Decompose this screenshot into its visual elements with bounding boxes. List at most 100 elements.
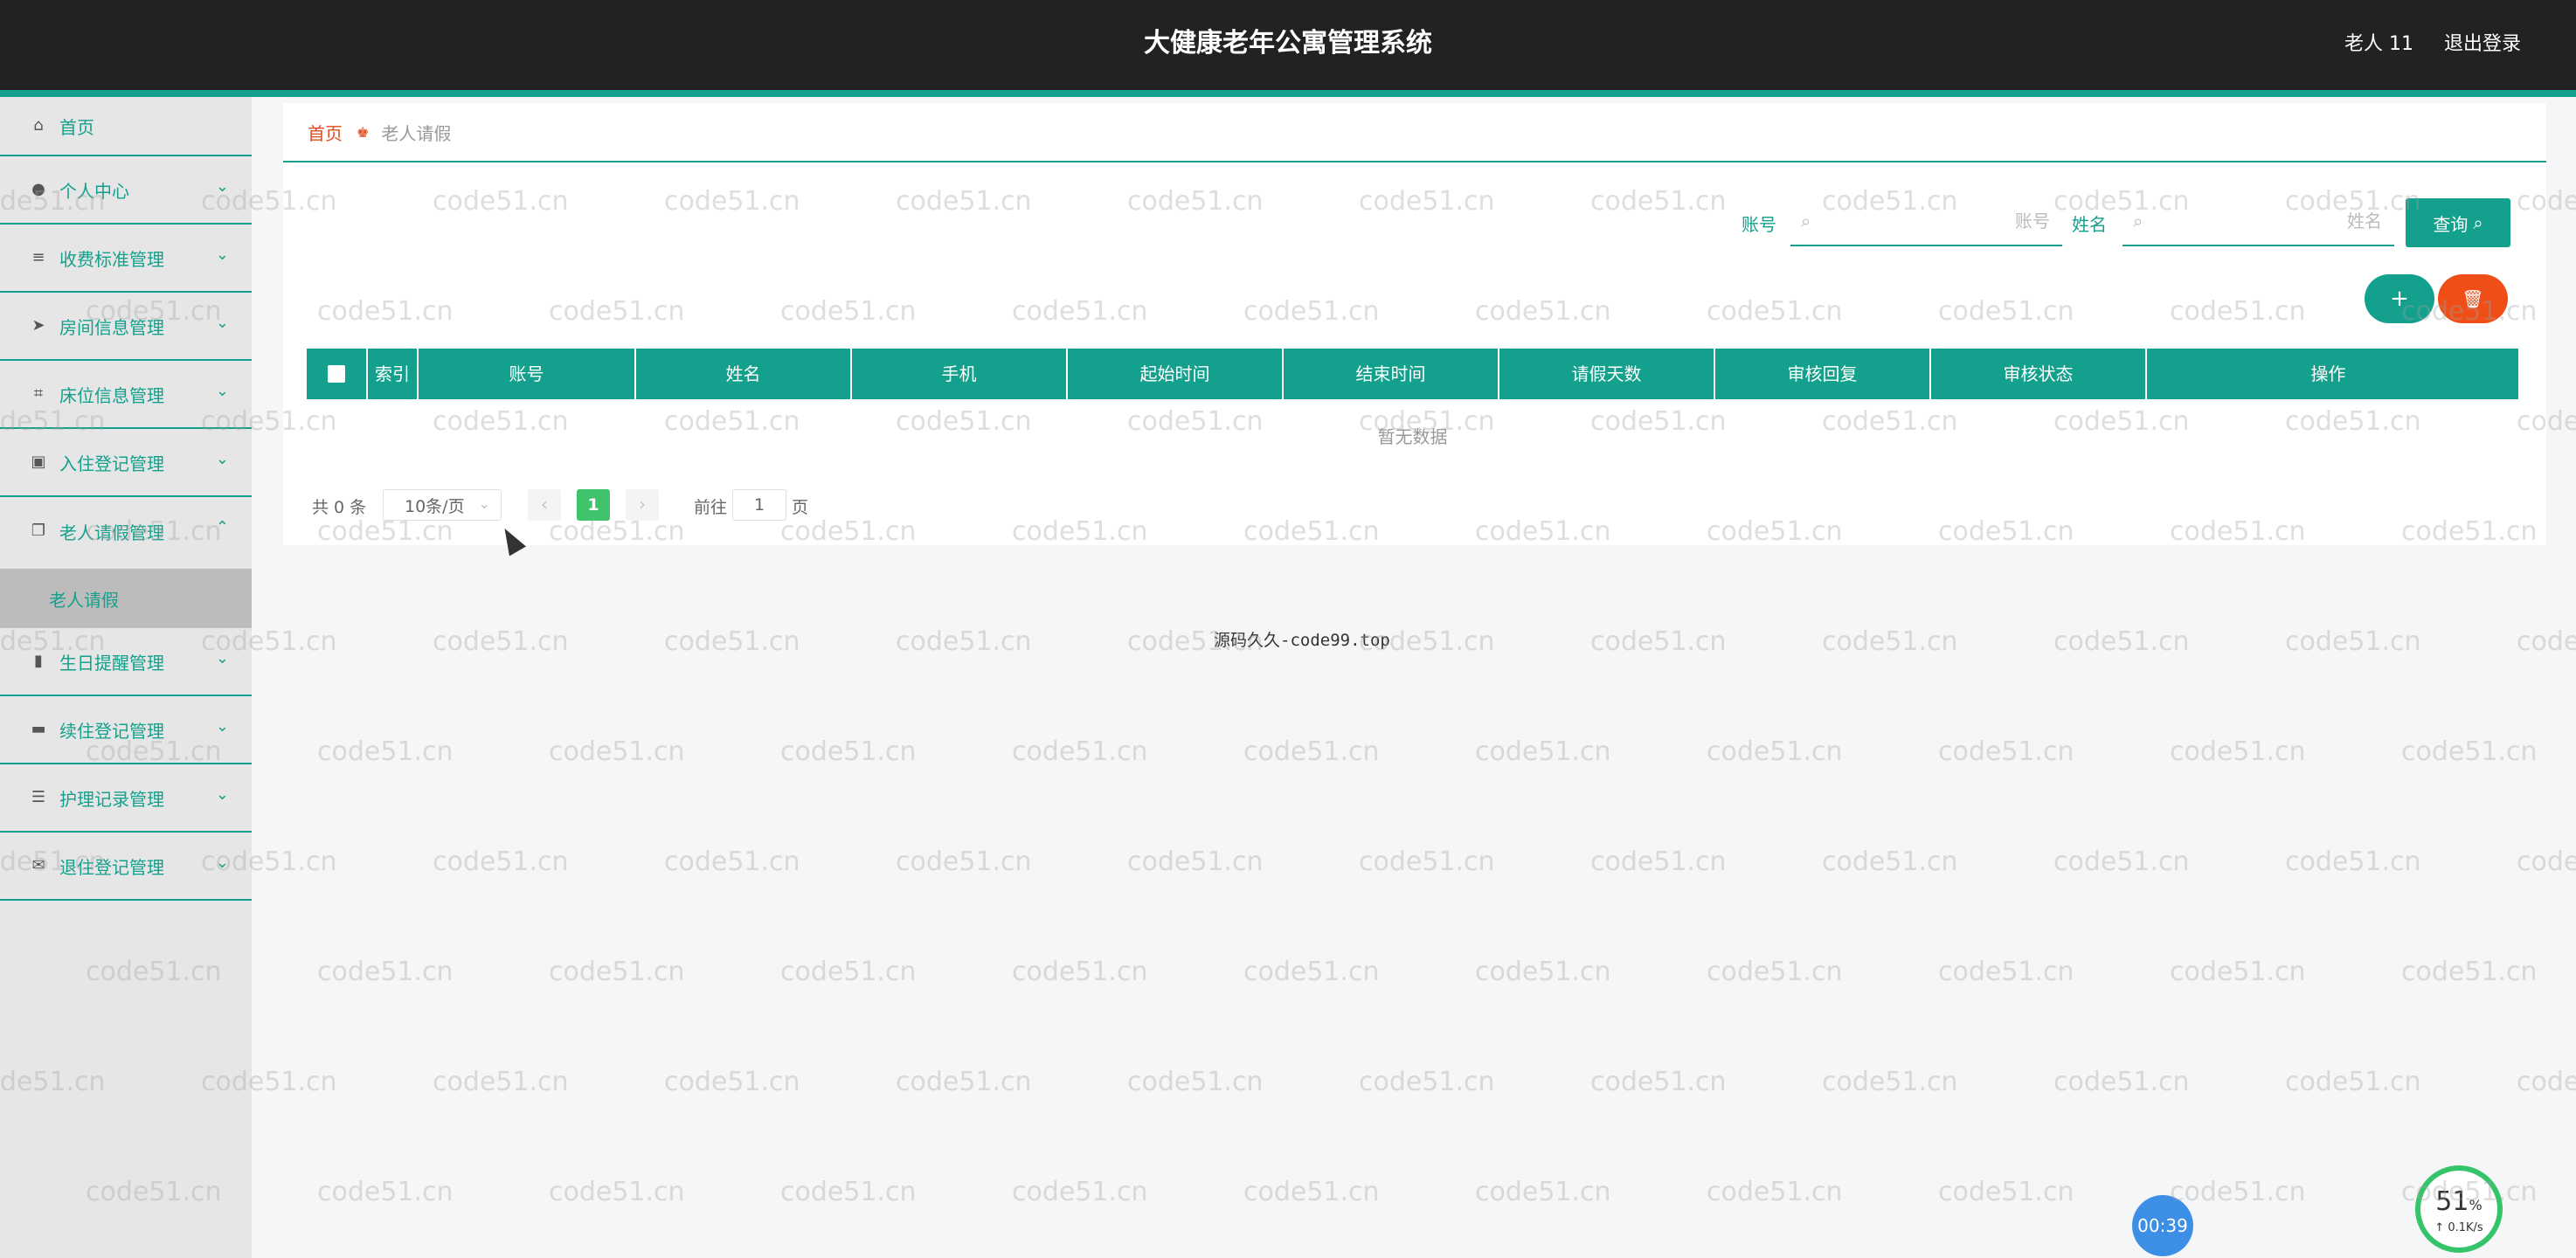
sidebar-item-label: 入住登记管理 [59, 450, 164, 475]
goto-page-input[interactable] [732, 489, 786, 521]
gauge-speed: ↑ 0.1K/s [2420, 1221, 2497, 1234]
sidebar-item-extend-stay[interactable]: ▬ 续住登记管理 ⌄ [0, 696, 252, 764]
column-header: 审核回复 [1715, 349, 1931, 399]
submenu-item-leave[interactable]: 老人请假 [0, 569, 252, 628]
watermark-text: code51.cn [2517, 1067, 2576, 1097]
current-page-button[interactable]: 1 [577, 489, 610, 521]
column-header: 手机 [852, 349, 1068, 399]
breadcrumb-home[interactable]: 首页 [308, 120, 343, 145]
column-header: 审核状态 [1931, 349, 2147, 399]
submenu-item-label: 老人请假 [49, 586, 119, 612]
watermark-text: code51.cn [2517, 847, 2576, 877]
watermark-text: code51.cn [1822, 1067, 1958, 1097]
sidebar-item-checkin[interactable]: ▣ 入住登记管理 ⌄ [0, 429, 252, 497]
sidebar-item-nursing[interactable]: ☰ 护理记录管理 ⌄ [0, 764, 252, 833]
next-page-button[interactable]: › [626, 489, 659, 521]
mail-icon: ✉ [30, 857, 47, 874]
watermark-text: code51.cn [549, 736, 685, 767]
table-empty-text: 暂无数据 [307, 423, 2518, 448]
column-header: 结束时间 [1284, 349, 1499, 399]
send-icon: ➤ [30, 317, 47, 335]
watermark-text: code51.cn [1359, 1067, 1495, 1097]
watermark-text: code51.cn [1012, 736, 1148, 767]
name-search-field[interactable]: ⌕ [2122, 197, 2394, 246]
watermark-text: code51.cn [1243, 957, 1380, 987]
trash-icon: 🗑 [2462, 288, 2483, 309]
watermark-text: code51.cn [1012, 957, 1148, 987]
chevron-down-icon: ⌄ [216, 177, 229, 196]
sidebar: ⌂ 首页 ● 个人中心 ⌄ ≡ 收费标准管理 ⌄ ➤ 房间信息管理 ⌄ ⌗ 床位… [0, 97, 252, 1258]
sliders-icon: ☰ [30, 789, 47, 806]
prev-page-button[interactable]: ‹ [528, 489, 561, 521]
sidebar-item-room-info[interactable]: ➤ 房间信息管理 ⌄ [0, 293, 252, 361]
sidebar-item-label: 生日提醒管理 [59, 649, 164, 674]
sidebar-item-birthday[interactable]: ▮ 生日提醒管理 ⌄ [0, 628, 252, 696]
watermark-text: code51.cn [433, 626, 569, 657]
watermark-text: code51.cn [1127, 847, 1264, 877]
add-button[interactable]: + [2365, 274, 2434, 323]
watermark-text: code51.cn [549, 957, 685, 987]
chart-icon: ▣ [30, 453, 47, 471]
delete-button[interactable]: 🗑 [2438, 274, 2508, 323]
watermark-text: code51.cn [433, 1067, 569, 1097]
name-search-input[interactable] [2143, 204, 2394, 238]
watermark-text: code51.cn [1127, 1067, 1264, 1097]
watermark-text: code51.cn [1822, 626, 1958, 657]
watermark-text: code51.cn [664, 626, 800, 657]
recording-timer-badge: 00:39 [2132, 1195, 2193, 1256]
chevron-right-icon: › [639, 494, 646, 515]
account-search-input[interactable] [1811, 204, 2062, 238]
chevron-down-icon: ⌄ [216, 649, 229, 667]
chevron-down-icon: ⌄ [216, 245, 229, 264]
chevron-down-icon: ⌄ [216, 785, 229, 804]
search-icon: ⌕ [2133, 211, 2143, 232]
sidebar-item-label: 续住登记管理 [59, 717, 164, 743]
breadcrumb-separator-icon: ♚ [357, 124, 369, 141]
sidebar-item-fee-standards[interactable]: ≡ 收费标准管理 ⌄ [0, 225, 252, 293]
page-size-select[interactable]: 10条/页 ⌄ [383, 489, 502, 521]
goto-label: 前往 [694, 494, 727, 518]
sidebar-item-label: 个人中心 [59, 177, 129, 203]
chevron-up-icon: ⌃ [216, 518, 229, 536]
network-gauge: 51% ↑ 0.1K/s [2415, 1165, 2503, 1253]
watermark-text: code51.cn [1012, 1177, 1148, 1207]
app-title: 大健康老年公寓管理系统 [0, 0, 2576, 90]
watermark-text: code51.cn [1938, 1177, 2074, 1207]
copy-icon: ❐ [30, 522, 47, 540]
watermark-text: code51.cn [1475, 957, 1611, 987]
sidebar-item-personal-center[interactable]: ● 个人中心 ⌄ [0, 156, 252, 225]
query-button[interactable]: 查询 ⌕ [2406, 198, 2510, 247]
chevron-left-icon: ‹ [541, 494, 548, 515]
sidebar-item-checkout[interactable]: ✉ 退住登记管理 ⌄ [0, 833, 252, 901]
table-header-select-all [307, 349, 368, 399]
watermark-text: code51.cn [1243, 1177, 1380, 1207]
watermark-text: code51.cn [896, 847, 1032, 877]
watermark-text: code51.cn [1590, 1067, 1727, 1097]
sidebar-item-bed-info[interactable]: ⌗ 床位信息管理 ⌄ [0, 361, 252, 429]
account-search-field[interactable]: ⌕ [1790, 197, 2062, 246]
gauge-percent-value: 51 [2435, 1186, 2469, 1217]
footer-note: 源码久久-code99.top [1214, 627, 1390, 651]
chevron-down-icon: ⌄ [216, 854, 229, 872]
watermark-text: code51.cn [1707, 736, 1843, 767]
watermark-text: code51.cn [2170, 736, 2306, 767]
logout-link[interactable]: 退出登录 [2444, 28, 2521, 56]
watermark-text: code51.cn [1822, 847, 1958, 877]
watermark-text: code51.cn [2285, 1067, 2421, 1097]
sidebar-item-label: 老人请假管理 [59, 519, 164, 544]
sidebar-item-home[interactable]: ⌂ 首页 [0, 97, 252, 156]
crop-icon: ⌗ [30, 385, 47, 403]
page-size-value: 10条/页 [405, 494, 465, 517]
watermark-text: code51.cn [2053, 626, 2190, 657]
chevron-down-icon: ⌄ [216, 450, 229, 468]
select-all-checkbox[interactable] [328, 365, 345, 383]
user-icon: ● [30, 181, 47, 198]
gauge-percent: 51% [2420, 1186, 2497, 1217]
sidebar-item-leave[interactable]: ❐ 老人请假管理 ⌃ [0, 497, 252, 565]
watermark-text: code51.cn [1243, 736, 1380, 767]
watermark-text: code51.cn [2285, 847, 2421, 877]
query-button-label: 查询 [2433, 211, 2468, 236]
chevron-down-icon: ⌄ [216, 717, 229, 736]
watermark-text: code51.cn [2170, 1177, 2306, 1207]
content-card [283, 103, 2546, 545]
